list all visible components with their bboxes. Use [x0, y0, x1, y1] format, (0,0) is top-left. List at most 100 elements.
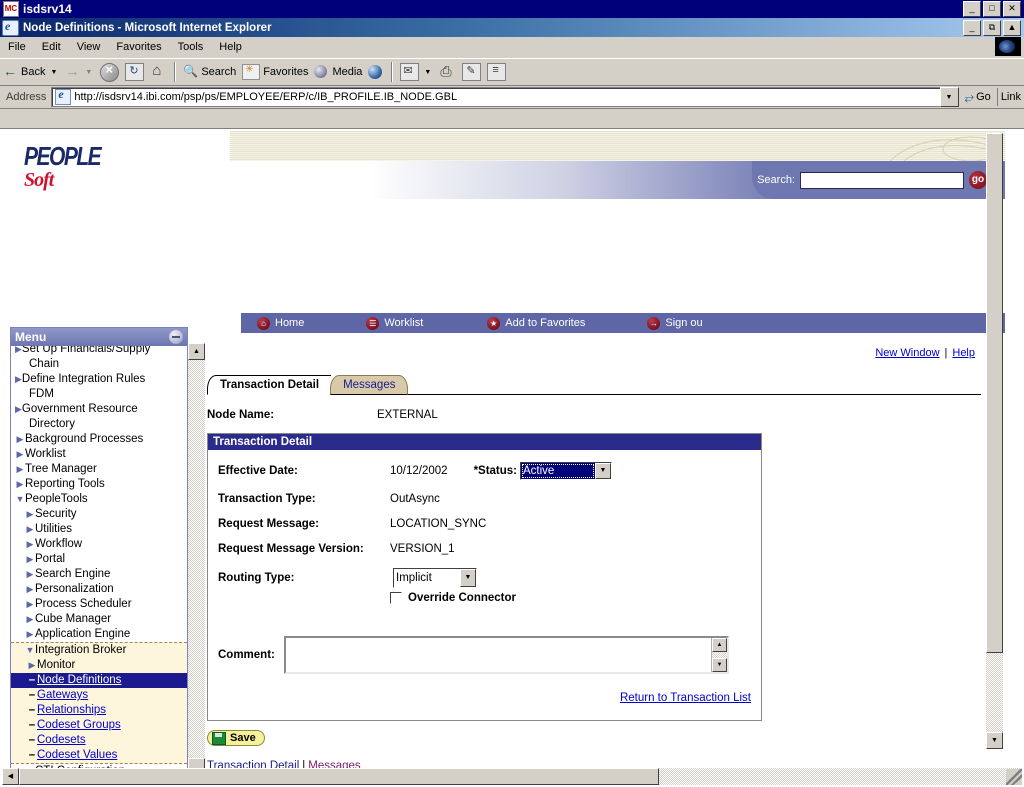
- comment-textarea[interactable]: [286, 638, 711, 672]
- go-button[interactable]: ⥂ Go: [959, 90, 997, 105]
- menu-item-gateways[interactable]: –Gateways: [11, 688, 187, 703]
- favorites-button[interactable]: Favorites: [239, 61, 311, 83]
- page-vertical-scrollbar[interactable]: ▼: [986, 133, 1003, 749]
- menu-item-background-processes[interactable]: ▶Background Processes: [11, 432, 187, 447]
- menu-item-worklist[interactable]: ▶Worklist: [11, 447, 187, 462]
- nav-sign-out[interactable]: → Sign ou: [647, 317, 702, 330]
- browser-minimize-button[interactable]: _: [963, 20, 981, 36]
- tab-messages-label: Messages: [343, 379, 395, 391]
- menu-item-codesets[interactable]: –Codesets: [11, 733, 187, 748]
- menu-edit[interactable]: Edit: [34, 39, 69, 55]
- portal-header: PEOPLE Soft Search: go: [2, 131, 1005, 199]
- help-link[interactable]: Help: [952, 347, 975, 359]
- menu-item-monitor[interactable]: ▶Monitor: [11, 658, 187, 673]
- chevron-down-icon[interactable]: ▼: [48, 69, 59, 76]
- address-input[interactable]: http://isdsrv14.ibi.com/psp/ps/EMPLOYEE/…: [51, 87, 939, 107]
- console-maximize-button[interactable]: □: [983, 1, 1001, 17]
- menu-item-setup-financials[interactable]: ▶Set Up Financials/Supply Chain: [11, 346, 187, 372]
- address-dropdown-button[interactable]: ▼: [940, 87, 959, 107]
- chevron-down-icon[interactable]: ▼: [595, 463, 611, 479]
- save-button[interactable]: Save: [207, 730, 265, 746]
- media-button[interactable]: Media: [311, 61, 365, 83]
- browser-maximize-button[interactable]: ▲: [1003, 20, 1021, 36]
- edit-button[interactable]: [459, 61, 484, 83]
- new-window-link[interactable]: New Window: [875, 347, 939, 359]
- history-button[interactable]: [365, 61, 387, 83]
- menu-item-define-integration-rules[interactable]: ▶Define Integration Rules FDM: [11, 372, 187, 402]
- forward-button[interactable]: ▼: [62, 61, 97, 83]
- menu-item-security[interactable]: ▶Security: [11, 507, 187, 522]
- menu-item-portal[interactable]: ▶Portal: [11, 552, 187, 567]
- browser-restore-button[interactable]: ⧉: [983, 20, 1001, 36]
- status-select-value: Active: [521, 463, 595, 479]
- menu-item-personalization[interactable]: ▶Personalization: [11, 582, 187, 597]
- menu-item-label: Personalization: [35, 582, 114, 597]
- menu-scroll-track[interactable]: [188, 360, 205, 768]
- menu-item-reporting-tools[interactable]: ▶Reporting Tools: [11, 477, 187, 492]
- collapse-icon[interactable]: [169, 330, 183, 344]
- discuss-button[interactable]: [484, 61, 509, 83]
- tab-messages[interactable]: Messages: [330, 375, 408, 395]
- stop-button[interactable]: [97, 61, 122, 83]
- console-minimize-button[interactable]: _: [963, 1, 981, 17]
- mail-button[interactable]: ▼: [397, 61, 436, 83]
- console-close-button[interactable]: ✕: [1003, 1, 1021, 17]
- portal-search-go-button[interactable]: go: [969, 171, 987, 189]
- menu-item-search-engine[interactable]: ▶Search Engine: [11, 567, 187, 582]
- sign-out-icon: →: [647, 317, 660, 330]
- menu-item-integration-broker[interactable]: ▼Integration Broker: [11, 643, 187, 658]
- go-button-label: Go: [976, 91, 991, 103]
- menu-file[interactable]: File: [0, 39, 34, 55]
- home-button[interactable]: [147, 61, 170, 83]
- menu-item-government-resource-directory[interactable]: ▶Government Resource Directory: [11, 402, 187, 432]
- menu-view[interactable]: View: [69, 39, 109, 55]
- page-scroll-left-button[interactable]: ◀: [2, 768, 19, 785]
- return-to-transaction-list-link[interactable]: Return to Transaction List: [620, 692, 751, 704]
- nav-home[interactable]: ⌂ Home: [257, 317, 304, 330]
- menu-item-tree-manager[interactable]: ▶Tree Manager: [11, 462, 187, 477]
- refresh-button[interactable]: [122, 61, 147, 83]
- page-hscroll-thumb[interactable]: [19, 768, 659, 785]
- page-scroll-down-button[interactable]: ▼: [986, 732, 1003, 749]
- menu-item-peopletools[interactable]: ▼PeopleTools: [11, 492, 187, 507]
- menu-item-process-scheduler[interactable]: ▶Process Scheduler: [11, 597, 187, 612]
- resize-grip[interactable]: [1006, 769, 1022, 785]
- menu-item-node-definitions[interactable]: –Node Definitions: [11, 673, 187, 688]
- search-button[interactable]: Search: [180, 61, 239, 83]
- menu-help[interactable]: Help: [211, 39, 250, 55]
- comment-scroll-up-button[interactable]: ▲: [712, 638, 727, 652]
- nav-add-to-favorites[interactable]: ★ Add to Favorites: [487, 317, 585, 330]
- chevron-down-icon[interactable]: ▼: [83, 69, 94, 76]
- menu-item-utilities[interactable]: ▶Utilities: [11, 522, 187, 537]
- status-select[interactable]: Active ▼: [520, 462, 612, 480]
- menu-item-codeset-groups[interactable]: –Codeset Groups: [11, 718, 187, 733]
- menu-item-relationships[interactable]: –Relationships: [11, 703, 187, 718]
- menu-scroll-up-button[interactable]: ▲: [188, 343, 205, 360]
- comment-scroll-down-button[interactable]: ▼: [712, 658, 727, 672]
- portal-search-input[interactable]: [800, 172, 964, 189]
- page-hscroll-track[interactable]: [659, 768, 1022, 785]
- bottom-link-transaction-detail[interactable]: Transaction Detail: [207, 760, 299, 769]
- menu-item-cube-manager[interactable]: ▶Cube Manager: [11, 612, 187, 627]
- menu-item-codeset-values[interactable]: –Codeset Values: [11, 748, 187, 763]
- menu-favorites[interactable]: Favorites: [108, 39, 169, 55]
- menu-item-workflow[interactable]: ▶Workflow: [11, 537, 187, 552]
- routing-type-select[interactable]: Implicit ▼: [393, 568, 477, 588]
- menu-scrollbar[interactable]: ▲: [188, 343, 205, 768]
- tab-transaction-detail[interactable]: Transaction Detail: [207, 375, 331, 395]
- chevron-down-icon[interactable]: ▼: [422, 69, 433, 76]
- menu-tools[interactable]: Tools: [170, 39, 212, 55]
- bottom-link-messages[interactable]: Messages: [308, 760, 360, 769]
- nav-worklist[interactable]: ☰ Worklist: [366, 317, 423, 330]
- menu-item-label: Cube Manager: [35, 612, 111, 627]
- override-connector-checkbox[interactable]: [390, 592, 402, 604]
- back-button[interactable]: Back ▼: [0, 61, 62, 83]
- print-button[interactable]: [436, 61, 459, 83]
- comment-scrollbar[interactable]: ▲ ▼: [711, 638, 727, 672]
- page-horizontal-scrollbar[interactable]: ◀: [2, 768, 1022, 785]
- menu-item-application-engine[interactable]: ▶Application Engine: [11, 627, 187, 642]
- chevron-down-icon[interactable]: ▼: [460, 569, 476, 587]
- links-button[interactable]: Link: [997, 88, 1024, 106]
- menu-scroll-thumb[interactable]: [188, 758, 205, 768]
- page-vscroll-thumb[interactable]: [986, 133, 1003, 653]
